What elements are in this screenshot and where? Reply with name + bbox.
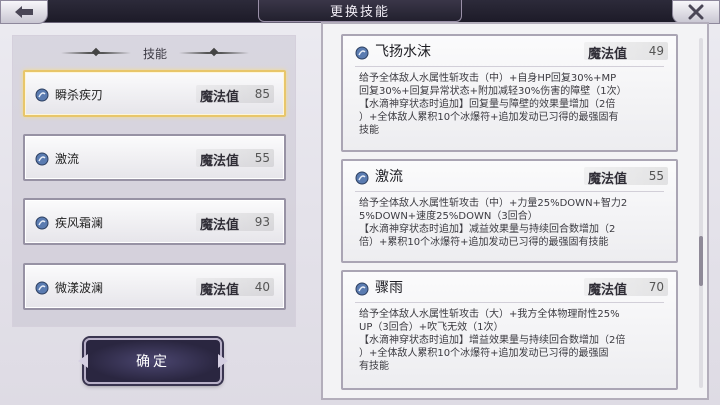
water-drop-icon	[35, 280, 49, 299]
mp-cost: 魔法值 49	[584, 42, 668, 62]
skill-name: 瞬杀疾刃	[55, 88, 104, 102]
skill-name: 疾风霜澜	[55, 216, 104, 230]
mp-cost: 魔法值 93	[196, 213, 274, 233]
mp-label: 魔法值	[200, 154, 240, 169]
description-line: UP（3回合）+吹飞无效（1次）	[359, 322, 504, 333]
mp-label: 魔法值	[200, 90, 240, 105]
skill-description: 给予全体敌人水属性斩攻击（中）+力量25%DOWN+智力2 5%DOWN+速度2…	[359, 197, 669, 249]
skill-description: 给予全体敌人水属性斩攻击（大）+我方全体物理耐性25% UP（3回合）+吹飞无效…	[359, 308, 669, 373]
water-drop-icon	[35, 87, 49, 106]
water-drop-icon	[355, 45, 369, 64]
skill-name: 激流	[375, 169, 403, 185]
skill-name: 骤雨	[375, 280, 403, 296]
description-line: 回复30%+回复异常状态+附加减轻30%伤害的障壁（1次）	[359, 86, 627, 97]
mp-value: 55	[254, 151, 270, 165]
ornament-left	[60, 52, 131, 54]
skill-detail-header: 骤雨 魔法值 70	[343, 272, 676, 302]
panel-header: 技能	[13, 44, 297, 62]
ornament-right	[179, 52, 249, 54]
description-line: 【水滴神穿状态时追加】回复量与障壁的效果量增加（2倍	[359, 99, 616, 110]
skill-name: 微漾波澜	[55, 281, 104, 295]
skill-description: 给予全体敌人水属性斩攻击（中）+自身HP回复30%+MP 回复30%+回复异常状…	[359, 72, 669, 137]
equipped-skill-slot-1[interactable]: 瞬杀疾刃 魔法值 85	[23, 70, 286, 117]
description-line: 给予全体敌人水属性斩攻击（中）+自身HP回复30%+MP	[359, 73, 617, 84]
arrow-left-icon	[15, 6, 33, 18]
equipped-skills-panel: 技能 瞬杀疾刃 魔法值 85 激流 魔法值 55 疾风霜澜 魔法值 93 微漾波…	[12, 35, 296, 327]
available-skills-panel[interactable]: 飞扬水沫 魔法值 49 给予全体敌人水属性斩攻击（中）+自身HP回复30%+MP…	[321, 22, 709, 400]
skill-detail-card-2[interactable]: 激流 魔法值 55 给予全体敌人水属性斩攻击（中）+力量25%DOWN+智力2 …	[341, 159, 678, 263]
water-drop-icon	[35, 151, 49, 170]
equipped-skill-slot-4[interactable]: 微漾波澜 魔法值 40	[23, 263, 286, 310]
scrollbar-thumb[interactable]	[699, 236, 703, 286]
close-icon	[688, 4, 704, 20]
description-line: 技能	[359, 125, 379, 136]
mp-value: 85	[254, 87, 270, 101]
scrollbar-track[interactable]	[699, 38, 703, 388]
water-drop-icon	[35, 215, 49, 234]
description-line: ）+全体敌人累积10个冰爆符+追加发动已习得的最强固有	[359, 112, 619, 123]
description-line: 有技能	[359, 361, 389, 372]
confirm-button[interactable]: 确定	[84, 338, 222, 384]
description-line: 【水滴神穿状态时追加】增益效果量与持续回合数增加（2倍	[359, 335, 626, 346]
description-line: 给予全体敌人水属性斩攻击（中）+力量25%DOWN+智力2	[359, 198, 628, 209]
mp-value: 93	[254, 215, 270, 229]
mp-value: 40	[254, 280, 270, 294]
equipped-skill-slot-2[interactable]: 激流 魔法值 55	[23, 134, 286, 181]
description-line: 倍）+累积10个冰爆符+追加发动已习得的最强固有技能	[359, 237, 609, 248]
mp-label: 魔法值	[588, 172, 628, 187]
title-plate: 更换技能	[258, 0, 462, 22]
mp-cost: 魔法值 40	[196, 278, 274, 298]
description-line: 5%DOWN+速度25%DOWN（3回合）	[359, 211, 538, 222]
mp-label: 魔法值	[200, 218, 240, 233]
mp-label: 魔法值	[588, 47, 628, 62]
water-drop-icon	[355, 170, 369, 189]
description-line: 【水滴神穿状态时追加】减益效果量与持续回合数增加（2	[359, 224, 616, 235]
mp-value: 70	[648, 280, 664, 294]
back-button[interactable]	[0, 0, 48, 24]
page-title: 更换技能	[329, 5, 390, 20]
description-line: ）+全体敌人累积10个冰爆符+追加发动已习得的最强固	[359, 348, 609, 359]
equipped-skill-slot-3[interactable]: 疾风霜澜 魔法值 93	[23, 198, 286, 245]
mp-cost: 魔法值 70	[584, 278, 668, 298]
description-line: 给予全体敌人水属性斩攻击（大）+我方全体物理耐性25%	[359, 309, 620, 320]
mp-label: 魔法值	[588, 283, 628, 298]
skill-detail-card-3[interactable]: 骤雨 魔法值 70 给予全体敌人水属性斩攻击（大）+我方全体物理耐性25% UP…	[341, 270, 678, 390]
mp-value: 55	[648, 169, 664, 183]
divider	[355, 191, 664, 192]
confirm-label: 确定	[136, 354, 170, 370]
mp-cost: 魔法值 55	[196, 149, 274, 169]
mp-cost: 魔法值 55	[584, 167, 668, 187]
close-button[interactable]	[672, 0, 720, 24]
panel-title: 技能	[142, 46, 167, 61]
mp-value: 49	[648, 44, 664, 58]
skill-detail-card-1[interactable]: 飞扬水沫 魔法值 49 给予全体敌人水属性斩攻击（中）+自身HP回复30%+MP…	[341, 34, 678, 152]
skill-detail-header: 飞扬水沫 魔法值 49	[343, 36, 676, 66]
mp-cost: 魔法值 85	[196, 85, 274, 105]
water-drop-icon	[355, 281, 369, 300]
divider	[355, 66, 664, 67]
skill-detail-header: 激流 魔法值 55	[343, 161, 676, 191]
skill-name: 激流	[55, 152, 80, 166]
divider	[355, 302, 664, 303]
mp-label: 魔法值	[200, 283, 240, 298]
skill-name: 飞扬水沫	[375, 44, 431, 60]
